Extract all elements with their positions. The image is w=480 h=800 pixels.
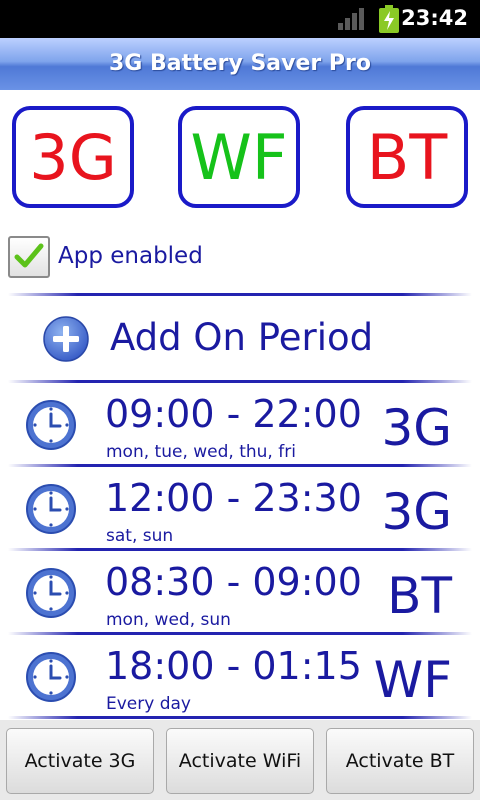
signal-icon: [338, 8, 364, 30]
add-period-label: Add On Period: [110, 316, 374, 359]
title-bar: 3G Battery Saver Pro: [0, 38, 480, 90]
status-bar: 23:42: [0, 0, 480, 38]
period-time: 08:30 - 09:00: [105, 560, 362, 604]
period-row[interactable]: 18:00 - 01:15 Every day WF: [0, 636, 480, 716]
clock-icon: [26, 400, 76, 450]
period-row[interactable]: 12:00 - 23:30 sat, sun 3G: [0, 468, 480, 548]
divider: [8, 548, 472, 551]
activate-wifi-button[interactable]: Activate WiFi: [166, 728, 314, 794]
period-days: sat, sun: [106, 526, 174, 546]
period-row[interactable]: 08:30 - 09:00 mon, wed, sun BT: [0, 552, 480, 632]
clock-icon: [26, 568, 76, 618]
divider: [8, 632, 472, 635]
activate-bt-button[interactable]: Activate BT: [326, 728, 474, 794]
period-time: 18:00 - 01:15: [105, 644, 362, 688]
toggle-bt-label: BT: [366, 120, 448, 194]
divider: [8, 716, 472, 719]
period-days: mon, tue, wed, thu, fri: [106, 442, 296, 462]
divider: [8, 380, 472, 383]
add-circle-icon: [43, 316, 89, 362]
toggle-3g-label: 3G: [29, 120, 117, 194]
clock-icon: [26, 484, 76, 534]
period-network: 3G: [381, 483, 452, 541]
activate-3g-button[interactable]: Activate 3G: [6, 728, 154, 794]
app-title: 3G Battery Saver Pro: [109, 51, 371, 76]
status-clock: 23:42: [401, 6, 468, 30]
app-enabled-label[interactable]: App enabled: [58, 243, 203, 269]
checkmark-icon: [14, 243, 44, 268]
battery-charging-icon: [379, 5, 399, 33]
period-days: mon, wed, sun: [106, 610, 231, 630]
period-days: Every day: [106, 694, 191, 714]
divider: [8, 464, 472, 467]
divider: [8, 293, 472, 296]
period-network: WF: [373, 651, 452, 709]
toggle-wifi-button[interactable]: WF: [178, 106, 300, 208]
toggle-wifi-label: WF: [190, 120, 288, 194]
period-time: 09:00 - 22:00: [105, 392, 362, 436]
app-enabled-checkbox[interactable]: [8, 236, 50, 278]
period-row[interactable]: 09:00 - 22:00 mon, tue, wed, thu, fri 3G: [0, 384, 480, 464]
period-network: BT: [387, 567, 452, 625]
toggle-bt-button[interactable]: BT: [346, 106, 468, 208]
clock-icon: [26, 652, 76, 702]
period-network: 3G: [381, 399, 452, 457]
period-time: 12:00 - 23:30: [105, 476, 362, 520]
toggle-3g-button[interactable]: 3G: [12, 106, 134, 208]
